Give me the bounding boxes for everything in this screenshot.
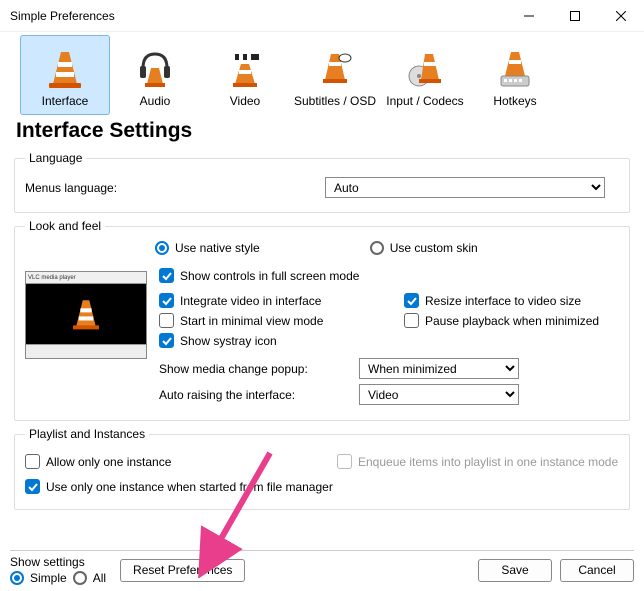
enqueue-check: Enqueue items into playlist in one insta… — [337, 454, 618, 469]
window-title: Simple Preferences — [10, 9, 506, 23]
save-button[interactable]: Save — [478, 559, 552, 582]
speech-cone-icon — [315, 46, 355, 92]
cone-icon — [45, 46, 85, 92]
category-video[interactable]: Video — [200, 35, 290, 115]
menus-language-label: Menus language: — [25, 181, 325, 195]
category-audio[interactable]: Audio — [110, 35, 200, 115]
maximize-button[interactable] — [552, 0, 598, 32]
category-subtitles[interactable]: Subtitles / OSD — [290, 35, 380, 115]
playlist-group: Playlist and Instances Allow only one in… — [14, 427, 630, 510]
cancel-button[interactable]: Cancel — [560, 559, 634, 582]
media-popup-label: Show media change popup: — [159, 362, 359, 376]
integrate-video-check[interactable]: Integrate video in interface — [159, 293, 321, 308]
show-settings-all-radio[interactable]: All — [73, 571, 106, 585]
category-tabs: Interface Audio Video Subtitles / OSD In… — [14, 32, 630, 115]
category-interface[interactable]: Interface — [20, 35, 110, 115]
fullscreen-controls-check[interactable]: Show controls in full screen mode — [159, 268, 359, 283]
disc-cone-icon — [405, 46, 445, 92]
reset-preferences-button[interactable]: Reset Preferences — [120, 559, 245, 582]
resize-interface-check[interactable]: Resize interface to video size — [404, 293, 581, 308]
titlebar: Simple Preferences — [0, 0, 644, 32]
close-button[interactable] — [598, 0, 644, 32]
headphones-cone-icon — [135, 46, 175, 92]
settings-scroll-area: Language Menus language: Auto Look and f… — [14, 151, 630, 523]
category-input-codecs[interactable]: Input / Codecs — [380, 35, 470, 115]
minimal-view-check[interactable]: Start in minimal view mode — [159, 313, 323, 328]
native-style-radio[interactable]: Use native style — [155, 241, 260, 255]
category-hotkeys[interactable]: Hotkeys — [470, 35, 560, 115]
systray-check[interactable]: Show systray icon — [159, 333, 277, 348]
auto-raise-label: Auto raising the interface: — [159, 388, 359, 402]
look-and-feel-group: Look and feel Use native style Use custo… — [14, 219, 630, 421]
pause-minimized-check[interactable]: Pause playback when minimized — [404, 313, 599, 328]
language-group: Language Menus language: Auto — [14, 151, 630, 213]
media-popup-select[interactable]: When minimized — [359, 358, 519, 379]
one-instance-fm-check[interactable]: Use only one instance when started from … — [25, 479, 333, 494]
show-settings-simple-radio[interactable]: Simple — [10, 571, 67, 585]
page-title: Interface Settings — [16, 119, 630, 143]
interface-preview: VLC media player — [25, 271, 147, 359]
minimize-button[interactable] — [506, 0, 552, 32]
clapboard-cone-icon — [225, 46, 265, 92]
auto-raise-select[interactable]: Video — [359, 384, 519, 405]
menus-language-select[interactable]: Auto — [325, 177, 605, 198]
one-instance-check[interactable]: Allow only one instance — [25, 454, 171, 469]
custom-skin-radio[interactable]: Use custom skin — [370, 241, 478, 255]
bottom-bar: Show settings Simple All Reset Preferenc… — [10, 550, 634, 585]
keyboard-cone-icon — [495, 46, 535, 92]
show-settings-label: Show settings — [10, 555, 106, 569]
